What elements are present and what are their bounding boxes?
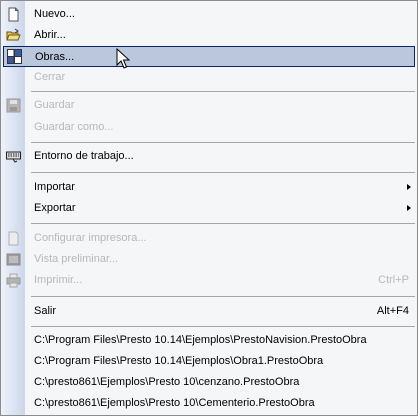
menu-item-guardar-como[interactable]: Guardar como... — [1, 117, 417, 138]
menu-item-label: Imprimir... — [34, 274, 83, 286]
menu-item-abrir[interactable]: Abrir... — [1, 25, 417, 46]
menu-item-entorno[interactable]: Entorno de trabajo... — [1, 146, 417, 167]
mouse-pointer-icon — [116, 48, 130, 69]
menu-item-label: Configurar impresora... — [34, 232, 147, 244]
recent-file-path: C:\presto861\Ejemplos\Presto 10\Cementer… — [34, 397, 315, 409]
recent-file-path: C:\Program Files\Presto 10.14\Ejemplos\O… — [34, 355, 324, 367]
menu-item-label: Vista preliminar... — [34, 253, 119, 265]
recent-file-item[interactable]: C:\presto861\Ejemplos\Presto 10\cenzano.… — [1, 372, 417, 393]
submenu-arrow-icon — [407, 184, 411, 190]
menu-item-vista-preliminar[interactable]: Vista preliminar... — [1, 249, 417, 270]
recent-file-item[interactable]: C:\Program Files\Presto 10.14\Ejemplos\P… — [1, 330, 417, 351]
menu-item-configurar-impresora[interactable]: Configurar impresora... — [1, 228, 417, 249]
new-document-icon — [8, 7, 19, 22]
menu-item-label: Salir — [34, 305, 57, 317]
print-preview-icon — [6, 253, 21, 266]
menu-item-importar[interactable]: Importar — [1, 177, 417, 198]
menu-item-obras[interactable]: Obras... — [3, 46, 415, 67]
menu-item-shortcut: Alt+F4 — [376, 305, 409, 317]
menu-item-label: Guardar como... — [34, 121, 114, 133]
recent-file-item[interactable]: C:\Program Files\Presto 10.14\Ejemplos\O… — [1, 351, 417, 372]
menu-separator — [31, 91, 415, 92]
page-setup-icon — [8, 231, 19, 246]
menu-item-label: Exportar — [34, 202, 76, 214]
menu-item-exportar[interactable]: Exportar — [1, 198, 417, 219]
works-icon — [7, 49, 22, 64]
menu-separator — [31, 296, 415, 297]
menu-item-label: Entorno de trabajo... — [34, 150, 134, 162]
menu-item-label: Nuevo... — [34, 8, 75, 20]
file-menu: Nuevo... Abrir... Obras... Cerrar Guarda — [0, 0, 418, 416]
menu-item-label: Abrir... — [34, 29, 66, 41]
recent-file-path: C:\presto861\Ejemplos\Presto 10\cenzano.… — [34, 376, 300, 388]
menu-item-label: Guardar — [34, 99, 75, 111]
menu-separator — [31, 142, 415, 143]
menu-item-cerrar[interactable]: Cerrar — [1, 67, 417, 88]
menu-item-label: Importar — [34, 181, 75, 193]
menu-item-salir[interactable]: Salir Alt+F4 — [1, 301, 417, 322]
menu-item-nuevo[interactable]: Nuevo... — [1, 4, 417, 25]
menu-separator — [31, 326, 415, 327]
save-icon — [6, 98, 21, 113]
keyboard-icon — [6, 151, 21, 163]
open-folder-icon — [6, 28, 21, 41]
recent-file-item[interactable]: C:\presto861\Ejemplos\Presto 10\Cementer… — [1, 393, 417, 414]
menu-item-label: Cerrar — [34, 71, 66, 83]
printer-icon — [6, 273, 21, 288]
menu-item-imprimir[interactable]: Imprimir... Ctrl+P — [1, 270, 417, 291]
menu-item-label: Obras... — [35, 51, 75, 63]
recent-file-path: C:\Program Files\Presto 10.14\Ejemplos\P… — [34, 334, 367, 346]
menu-item-shortcut: Ctrl+P — [378, 274, 409, 286]
menu-item-guardar[interactable]: Guardar — [1, 95, 417, 116]
menu-separator — [31, 172, 415, 173]
menu-separator — [31, 223, 415, 224]
submenu-arrow-icon — [407, 205, 411, 211]
